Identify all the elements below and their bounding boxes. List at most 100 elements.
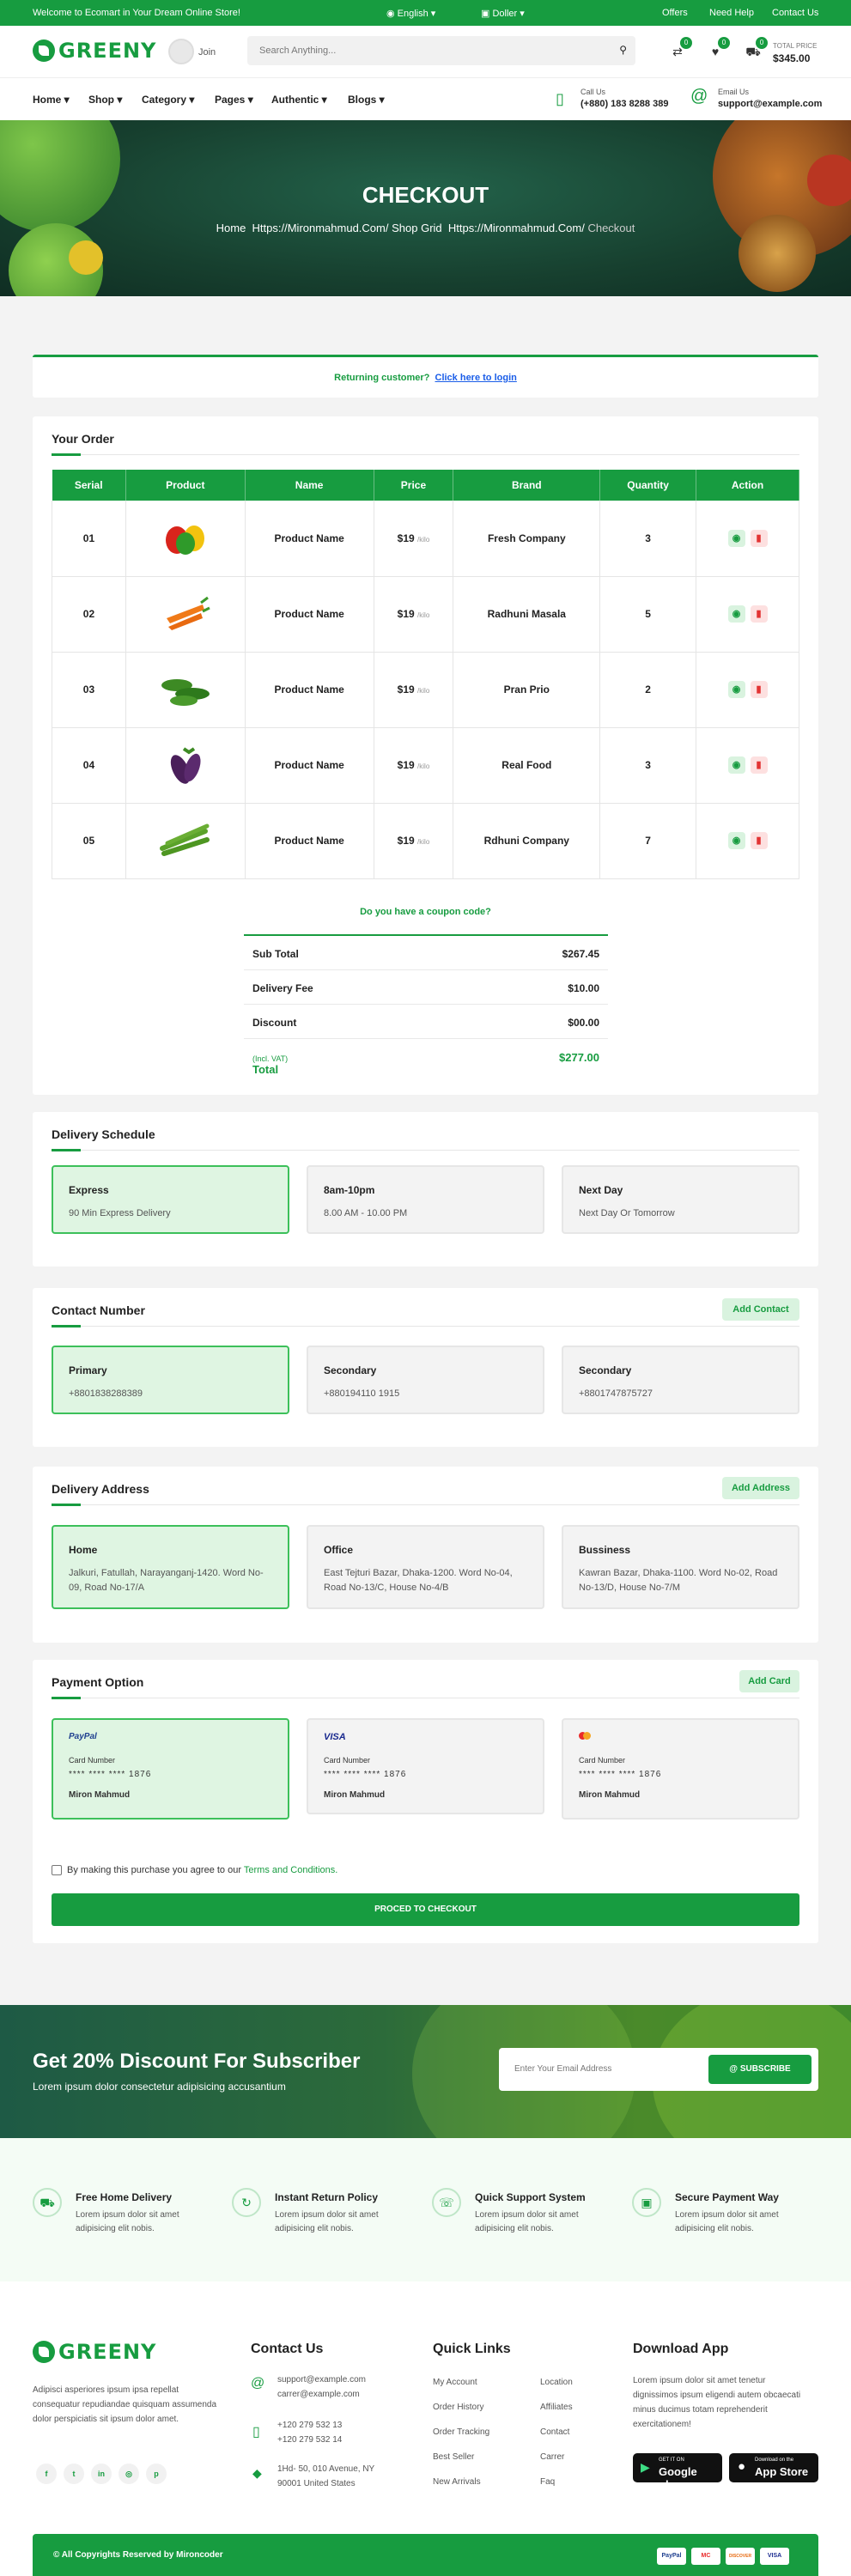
terms-link[interactable]: Terms and Conditions. (244, 1865, 337, 1875)
contact-link[interactable]: Contact Us (772, 8, 818, 18)
search-input[interactable]: Search Anything... (259, 46, 336, 56)
view-eye-icon[interactable]: ◉ (727, 605, 745, 623)
payment-card-mastercard[interactable]: Card Number **** **** **** 1876 Miron Ma… (562, 1718, 799, 1820)
payment-card-paypal[interactable]: PayPal Card Number **** **** **** 1876 M… (52, 1718, 289, 1820)
address-option-home[interactable]: Home Jalkuri, Fatullah, Narayanganj-1420.… (52, 1525, 289, 1609)
product-image[interactable] (125, 803, 246, 879)
currency-select[interactable]: ▣ Doller ▾ (481, 8, 525, 19)
call-number[interactable]: (+880) 183 8288 389 (581, 99, 668, 109)
view-eye-icon[interactable]: ◉ (727, 681, 745, 698)
product-image[interactable] (125, 576, 246, 653)
contact-option-secondary[interactable]: Secondary +8801747875727 (562, 1346, 799, 1414)
subscribe-title: Get 20% Discount For Subscriber (33, 2050, 361, 2073)
nav-pages[interactable]: Pages ▾ (215, 94, 253, 106)
delete-trash-icon[interactable]: ▮ (750, 681, 768, 698)
google-play-button[interactable]: ▶ GET IT ON Google play (633, 2453, 722, 2491)
support-icon: ☏ (432, 2188, 461, 2217)
pinterest-icon[interactable]: p (146, 2464, 167, 2484)
product-image[interactable] (125, 501, 246, 577)
page-hero: CHECKOUT Home Https://Mironmahmud.Com/ S… (0, 120, 851, 296)
coupon-link[interactable]: Do you have a coupon code? (33, 907, 818, 917)
copyright-text: © All Copyrights Reserved by Mironcoder (53, 2550, 223, 2560)
delete-trash-icon[interactable]: ▮ (750, 605, 768, 623)
nav-shop[interactable]: Shop ▾ (88, 94, 122, 106)
schedule-option-next-day[interactable]: Next Day Next Day Or Tomorrow (562, 1165, 799, 1234)
checkout-button[interactable]: PROCED TO CHECKOUT (52, 1893, 799, 1926)
header: GREENY Join Search Anything... ⚲ ⇄ 0 ♥ 0 ⛟… (0, 26, 851, 77)
user-avatar-icon[interactable] (168, 39, 194, 64)
phone-icon: ▯ (252, 2425, 260, 2439)
wishlist-heart-icon[interactable]: ♥ 0 (706, 37, 730, 61)
add-contact-button[interactable]: Add Contact (722, 1298, 799, 1321)
order-title: Your Order (52, 432, 114, 446)
address-option-business[interactable]: Bussiness Kawran Bazar, Dhaka-1100. Word … (562, 1525, 799, 1609)
add-address-button[interactable]: Add Address (722, 1477, 799, 1499)
delivery-fee-row: Delivery Fee $10.00 (244, 970, 608, 1005)
footer-contact-title: Contact Us (251, 2342, 324, 2356)
schedule-option-express[interactable]: Express 90 Min Express Delivery (52, 1165, 289, 1234)
returning-customer-bar: Returning customer? Click here to login (33, 355, 818, 398)
contact-option-primary[interactable]: Primary +8801838288389 (52, 1346, 289, 1414)
language-select[interactable]: ◉ English ▾ (386, 8, 435, 19)
nav-home[interactable]: Home ▾ (33, 94, 70, 106)
breadcrumb-shop[interactable]: Shop Grid (392, 222, 442, 234)
twitter-icon[interactable]: t (64, 2464, 84, 2484)
table-row: 05 Product Name $19 /kilo Rdhuni Company… (52, 803, 799, 879)
breadcrumb-home[interactable]: Home (216, 222, 246, 234)
table-row: 02 Product Name $19 /kilo Radhuni Masala… (52, 576, 799, 653)
product-image[interactable] (125, 652, 246, 728)
app-text: Lorem ipsum dolor sit amet tenetur digni… (633, 2376, 801, 2429)
delete-trash-icon[interactable]: ▮ (750, 529, 768, 547)
email-icon: @ (690, 87, 708, 106)
subscribe-form: Enter Your Email Address @ SUBSCRIBE (499, 2048, 818, 2091)
terms-checkbox[interactable] (52, 1865, 62, 1875)
order-card: Your Order Serial Product Name Price Bra… (33, 416, 818, 1095)
quick-links-title: Quick Links (433, 2342, 511, 2356)
help-link[interactable]: Need Help (709, 8, 754, 18)
view-eye-icon[interactable]: ◉ (727, 529, 745, 547)
subscribe-subtitle: Lorem ipsum dolor consectetur adipisicin… (33, 2081, 286, 2093)
subscribe-button[interactable]: @ SUBSCRIBE (708, 2055, 811, 2084)
payment-card-visa[interactable]: VISA Card Number **** **** **** 1876 Mir… (307, 1718, 544, 1814)
delete-trash-icon[interactable]: ▮ (750, 756, 768, 774)
schedule-option-8am[interactable]: 8am-10pm 8.00 AM - 10.00 PM (307, 1165, 544, 1234)
top-bar: Welcome to Ecomart in Your Dream Online … (0, 0, 851, 26)
search-icon[interactable]: ⚲ (619, 44, 627, 56)
compare-icon[interactable]: ⇄ 0 (668, 37, 692, 61)
search-bar[interactable]: Search Anything... ⚲ (247, 36, 635, 65)
nav-authentic[interactable]: Authentic ▾ (271, 94, 327, 106)
facebook-icon[interactable]: f (36, 2464, 57, 2484)
offers-link[interactable]: Offers (662, 8, 688, 18)
cart-icon[interactable]: ⛟ 0 (744, 37, 768, 61)
vegetable-decoration (0, 120, 120, 232)
visa-logo-icon: VISA (324, 1732, 346, 1742)
nav-category[interactable]: Category ▾ (142, 94, 194, 106)
footer-logo[interactable]: GREENY (33, 2340, 156, 2364)
order-table: Serial Product Name Price Brand Quantity… (52, 470, 799, 879)
paypal-logo-icon: PayPal (69, 1732, 97, 1741)
contact-option-secondary[interactable]: Secondary +880194110 1915 (307, 1346, 544, 1414)
delete-trash-icon[interactable]: ▮ (750, 832, 768, 849)
app-store-button[interactable]: ● Download on the App Store (729, 2453, 818, 2482)
view-eye-icon[interactable]: ◉ (727, 756, 745, 774)
subtotal-row: Sub Total $267.45 (244, 936, 608, 970)
email-value[interactable]: support@example.com (718, 99, 822, 109)
login-link[interactable]: Click here to login (435, 373, 517, 383)
delivery-schedule-card: Delivery Schedule Express 90 Min Express … (33, 1112, 818, 1267)
instagram-icon[interactable]: ◎ (119, 2464, 139, 2484)
mastercard-badge-icon: MC (691, 2548, 720, 2565)
payment-title: Payment Option (52, 1675, 144, 1689)
product-image[interactable] (125, 727, 246, 804)
join-link[interactable]: Join (198, 47, 216, 58)
terms-text: By making this purchase you agree to our… (67, 1865, 338, 1875)
site-logo[interactable]: GREENY (33, 39, 156, 63)
view-eye-icon[interactable]: ◉ (727, 832, 745, 849)
address-option-office[interactable]: Office East Tejturi Bazar, Dhaka-1200. Wo… (307, 1525, 544, 1609)
phone-icon: ▯ (556, 90, 564, 107)
location-pin-icon: ◆ (252, 2466, 262, 2480)
linkedin-icon[interactable]: in (91, 2464, 112, 2484)
leaf-logo-icon (33, 39, 55, 62)
subscribe-email-input[interactable]: Enter Your Email Address (514, 2064, 611, 2074)
nav-blogs[interactable]: Blogs ▾ (348, 94, 385, 106)
add-card-button[interactable]: Add Card (739, 1670, 799, 1692)
